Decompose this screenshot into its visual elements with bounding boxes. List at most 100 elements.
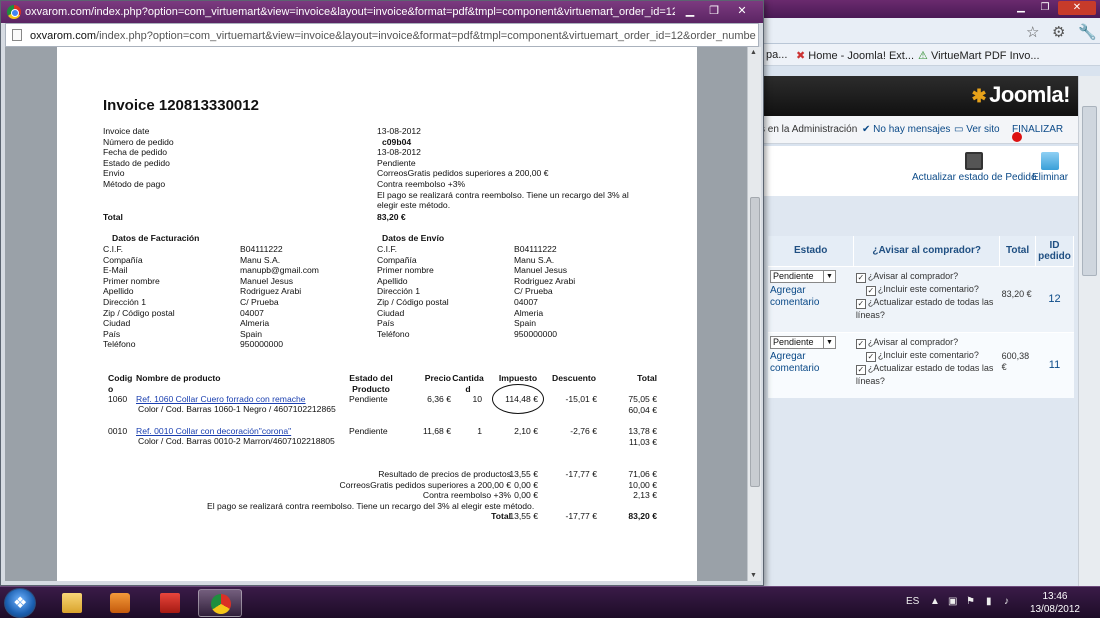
background-browser-window: ▁ ❐ ✕ ☆ ⚙ 🔧 pa... ✖ Home - Joomla! Ext..… xyxy=(760,0,1100,586)
background-scrollbar[interactable] xyxy=(1078,76,1100,586)
item-total: 13,78 €11,03 € xyxy=(628,426,657,447)
item-discount: -2,76 € xyxy=(570,426,597,436)
tray-arrow-icon[interactable]: ▲ xyxy=(930,596,940,607)
logout-link[interactable]: FINALIZAR xyxy=(1012,124,1063,142)
col-quantity: Cantida d xyxy=(452,373,484,394)
item-name-link[interactable]: Ref. 1060 Collar Cuero forrado con remac… xyxy=(136,394,306,405)
taskbar-explorer[interactable] xyxy=(50,589,94,617)
order-total: 600,38 € xyxy=(999,331,1036,398)
invoice-page: Invoice 120813330012 Invoice date Número … xyxy=(57,47,697,581)
background-title-bar: ▁ ❐ ✕ xyxy=(760,0,1100,18)
pdf-scrollbar[interactable]: ▲ ▼ xyxy=(747,47,761,581)
col-price: Precio xyxy=(424,373,451,383)
include-comment-checkbox[interactable]: ✓ xyxy=(865,285,876,296)
chrome-icon xyxy=(211,594,231,614)
bookmark-partial[interactable]: pa... xyxy=(766,49,787,61)
update-lines-checkbox[interactable]: ✓ xyxy=(855,298,866,309)
view-site-link[interactable]: ▭ Ver sito xyxy=(954,124,1000,135)
item-total: 75,05 €60,04 € xyxy=(628,394,657,415)
bookmark-star-icon[interactable]: ☆ xyxy=(1026,23,1039,41)
folder-icon xyxy=(62,593,82,613)
chevron-down-icon: ▼ xyxy=(823,270,835,282)
scrollbar-thumb[interactable] xyxy=(750,197,760,487)
minimize-icon[interactable]: ▁ xyxy=(679,3,701,19)
close-icon[interactable]: ✕ xyxy=(727,3,757,19)
order-id-link[interactable]: 11 xyxy=(1035,331,1074,398)
item-quantity: 1 xyxy=(477,426,482,436)
joomla-header: ✱ Joomla! xyxy=(760,76,1078,116)
billing-labels: C.I.F. Compañía E-Mail Primer nombre Apelli… xyxy=(103,244,175,350)
add-comment-link[interactable]: Agregar comentario xyxy=(770,351,852,375)
shipping-labels: C.I.F. Compañía Primer nombre Apellido Dire… xyxy=(377,244,449,339)
admin-link[interactable]: s en la Administración xyxy=(760,124,857,135)
taskbar-media[interactable] xyxy=(98,589,142,617)
item-discount: -15,01 € xyxy=(565,394,597,404)
update-order-status-button[interactable]: Actualizar estado de Pedido xyxy=(912,152,1037,183)
orders-panel: Estado ¿Avisar al comprador? Total ID pe… xyxy=(760,196,1078,586)
url-text[interactable]: oxvarom.com/index.php?option=com_virtuem… xyxy=(30,30,756,42)
save-icon xyxy=(965,152,984,170)
item-code: 0010 xyxy=(108,426,128,436)
language-indicator[interactable]: ES xyxy=(906,596,919,607)
maximize-icon[interactable]: ❐ xyxy=(1034,1,1056,15)
col-total[interactable]: Total xyxy=(999,236,1037,266)
shipping-values: B04111222 Manu S.A. Manuel Jesus Rodriguez… xyxy=(514,244,576,339)
tray-volume-icon[interactable]: ♪ xyxy=(1004,596,1009,607)
system-clock[interactable]: 13:46 13/08/2012 xyxy=(1030,590,1080,616)
gear-icon[interactable]: ⚙ xyxy=(1052,23,1065,41)
tray-signal-icon[interactable]: ▮ xyxy=(986,596,992,607)
scrollbar-thumb[interactable] xyxy=(1082,106,1097,276)
taskbar-chrome[interactable] xyxy=(198,589,242,617)
pdf-reader-icon xyxy=(160,593,180,613)
messages-icon: ✔ xyxy=(862,124,871,135)
notify-checkbox[interactable]: ✓ xyxy=(855,338,866,349)
orders-table: Estado ¿Avisar al comprador? Total ID pe… xyxy=(768,236,1074,398)
minimize-icon[interactable]: ▁ xyxy=(1010,1,1032,15)
item-price: 11,68 € xyxy=(422,426,451,436)
notify-checkbox[interactable]: ✓ xyxy=(855,272,866,283)
wrench-icon[interactable]: 🔧 xyxy=(1078,23,1097,41)
pdf-viewer: Invoice 120813330012 Invoice date Número … xyxy=(5,47,747,581)
item-status: Pendiente xyxy=(349,426,388,436)
monitor-icon: ▭ xyxy=(954,124,964,135)
bookmarks-bar: pa... ✖ Home - Joomla! Ext... ⚠ VirtueMa… xyxy=(760,44,1100,66)
item-attributes: Color / Cod. Barras 1060-1 Negro / 46071… xyxy=(138,404,336,414)
bookmark-joomla[interactable]: ✖ Home - Joomla! Ext... xyxy=(796,49,914,62)
add-comment-link[interactable]: Agregar comentario xyxy=(770,285,852,309)
joomla-logo: ✱ Joomla! xyxy=(971,82,1071,107)
tray-alert-icon[interactable]: ⚑ xyxy=(966,596,975,607)
chevron-down-icon: ▼ xyxy=(823,336,835,348)
taskbar: ES ▲ ▣ ⚑ ▮ ♪ 13:46 13/08/2012 xyxy=(0,586,1100,618)
item-attributes: Color / Cod. Barras 0010-2 Marron/460710… xyxy=(138,436,335,446)
taskbar-pdf[interactable] xyxy=(148,589,192,617)
scroll-down-icon[interactable]: ▼ xyxy=(750,572,757,579)
bookmark-virtuemart[interactable]: ⚠ VirtueMart PDF Invo... xyxy=(918,49,1040,62)
include-comment-checkbox[interactable]: ✓ xyxy=(865,351,876,362)
col-id[interactable]: ID pedido xyxy=(1035,236,1074,266)
close-icon[interactable]: ✕ xyxy=(1058,1,1096,15)
joomla-bookmark-icon: ✖ xyxy=(796,50,806,62)
messages-link[interactable]: ✔ No hay mensajes xyxy=(862,124,950,135)
delete-button[interactable]: Eliminar xyxy=(1032,152,1068,183)
page-icon xyxy=(12,29,22,41)
joomla-logo-icon: ✱ xyxy=(971,86,987,106)
item-price: 6,36 € xyxy=(427,394,451,404)
order-id-link[interactable]: 12 xyxy=(1035,265,1074,332)
update-lines-checkbox[interactable]: ✓ xyxy=(855,364,866,375)
status-select[interactable]: Pendiente ▼ xyxy=(770,335,836,349)
item-name-link[interactable]: Ref. 0010 Collar con decoración"corona" xyxy=(136,426,291,437)
invoice-popup-window: oxvarom.com/index.php?option=com_virtuem… xyxy=(0,0,764,586)
col-product-status: Estado del Producto xyxy=(349,373,393,394)
scroll-up-icon[interactable]: ▲ xyxy=(750,49,757,56)
summary-labels: Resultado de precios de productos Correo… xyxy=(207,469,535,522)
tray-network-icon[interactable]: ▣ xyxy=(948,596,957,607)
start-button[interactable] xyxy=(4,588,36,618)
status-select[interactable]: Pendiente ▼ xyxy=(770,269,836,283)
address-bar[interactable]: oxvarom.com/index.php?option=com_virtuem… xyxy=(5,23,759,47)
maximize-icon[interactable]: ❐ xyxy=(703,3,725,19)
col-estado[interactable]: Estado xyxy=(768,236,855,266)
summary-tax: 13,55 € 0,00 € 0,00 € 13,55 € xyxy=(509,469,538,522)
table-row: Pendiente ▼ Agregar comentario ✓ ¿Avisar a… xyxy=(768,265,1074,332)
chrome-icon xyxy=(7,5,21,19)
col-avisar[interactable]: ¿Avisar al comprador? xyxy=(853,236,1001,266)
